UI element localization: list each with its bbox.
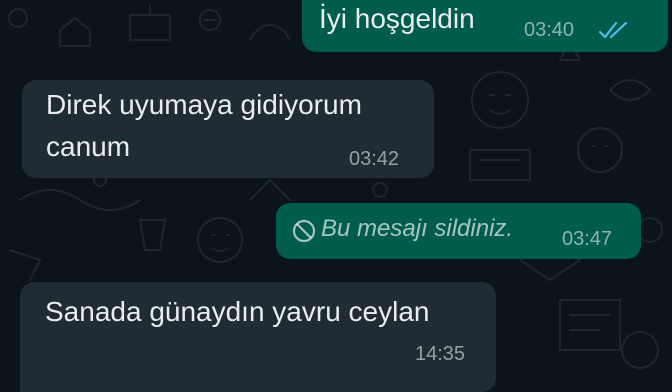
deleted-message-text: Bu mesajı sildiniz. bbox=[321, 215, 514, 242]
message-text: Sanada günaydın yavru ceylan bbox=[45, 296, 430, 327]
no-entry-icon bbox=[292, 219, 316, 243]
message-time: 03:40 bbox=[524, 19, 575, 41]
message-time: 03:42 bbox=[349, 148, 400, 170]
incoming-message-bubble[interactable]: Sanada günaydın yavru ceylan 14:35 bbox=[20, 282, 496, 392]
message-text-line-2: canum bbox=[46, 131, 131, 162]
message-text: İyi hoşgeldin bbox=[319, 3, 475, 34]
message-time: 14:35 bbox=[415, 343, 466, 365]
incoming-message-bubble[interactable]: Direk uyumaya gidiyorum canum 03:42 bbox=[22, 80, 434, 178]
outgoing-message-bubble[interactable]: İyi hoşgeldin 03:40 bbox=[302, 0, 668, 52]
double-check-read-icon bbox=[598, 21, 628, 39]
message-time: 03:47 bbox=[562, 228, 613, 250]
deleted-message-bubble[interactable]: Bu mesajı sildiniz. 03:47 bbox=[276, 203, 641, 259]
message-text-line-1: Direk uyumaya gidiyorum bbox=[46, 89, 362, 120]
